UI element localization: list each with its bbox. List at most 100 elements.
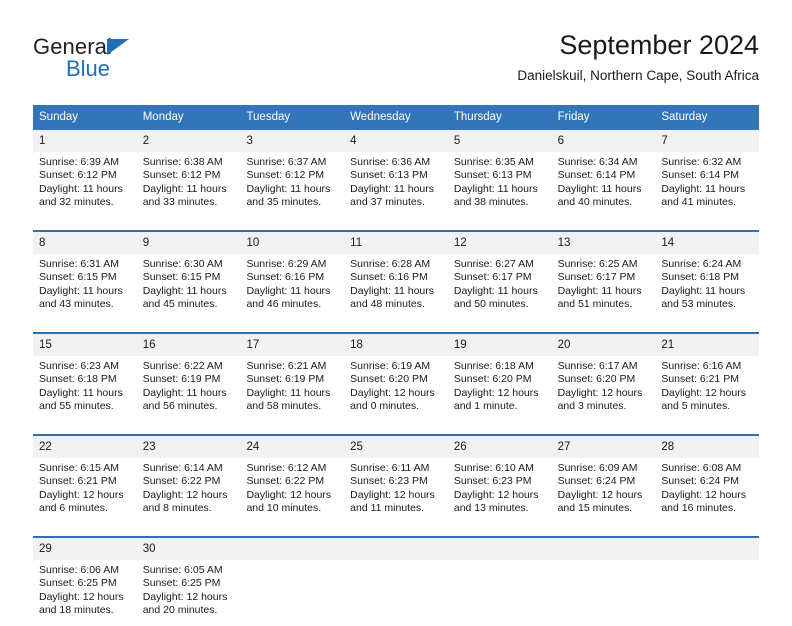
day-number: 7	[655, 130, 760, 152]
calendar-day-cell[interactable]: 9 Sunrise: 6:30 AM Sunset: 6:15 PM Daylight…	[136, 232, 241, 320]
calendar-day-cell[interactable]: 30 Sunrise: 6:05 AM Sunset: 6:25 PM Dayligh…	[136, 538, 241, 626]
sunrise-text: Sunrise: 6:17 AM	[557, 360, 638, 372]
calendar-day-cell[interactable]: 24 Sunrise: 6:12 AM Sunset: 6:22 PM Dayligh…	[240, 436, 345, 524]
day-details: Sunrise: 6:37 AM Sunset: 6:12 PM Daylight:…	[240, 152, 344, 218]
calendar-day-cell[interactable]: 18 Sunrise: 6:19 AM Sunset: 6:20 PM Dayligh…	[344, 334, 448, 422]
weekday-header-friday: Friday	[557, 111, 590, 123]
calendar-day-cell[interactable]: 17 Sunrise: 6:21 AM Sunset: 6:19 PM Dayligh…	[240, 334, 345, 422]
weekday-header-row: Sunday Monday Tuesday Wednesday Thursday…	[33, 105, 759, 130]
sunset-text: Sunset: 6:24 PM	[557, 475, 636, 488]
page-header: General Blue September 2024 Danielskuil,…	[33, 28, 759, 90]
calendar-day-cell[interactable]: 23 Sunrise: 6:14 AM Sunset: 6:22 PM Dayligh…	[136, 436, 241, 524]
sunrise-text: Sunrise: 6:12 AM	[246, 462, 327, 474]
daylight-text-line1: Daylight: 11 hours	[453, 284, 538, 297]
calendar-day-cell[interactable]: 8 Sunrise: 6:31 AM Sunset: 6:15 PM Daylight…	[33, 232, 137, 320]
day-number: 10	[240, 232, 345, 254]
sunrise-text: Sunrise: 6:08 AM	[661, 462, 742, 474]
day-number	[344, 538, 448, 560]
sunset-text: Sunset: 6:18 PM	[39, 373, 117, 386]
calendar-day-cell[interactable]: 12 Sunrise: 6:27 AM Sunset: 6:17 PM Dayligh…	[447, 232, 552, 320]
day-number: 22	[33, 436, 137, 458]
daylight-text-line1: Daylight: 11 hours	[350, 284, 435, 297]
calendar-day-cell[interactable]: 19 Sunrise: 6:18 AM Sunset: 6:20 PM Dayligh…	[447, 334, 552, 422]
daylight-text-line1: Daylight: 12 hours	[142, 590, 228, 603]
calendar-day-cell[interactable]: 7 Sunrise: 6:32 AM Sunset: 6:14 PM Daylight…	[655, 130, 760, 218]
brand-logo[interactable]: General Blue	[33, 34, 213, 86]
calendar-day-cell[interactable]: 21 Sunrise: 6:16 AM Sunset: 6:21 PM Dayligh…	[655, 334, 760, 422]
sunset-text: Sunset: 6:12 PM	[39, 169, 117, 182]
daylight-text-line1: Daylight: 11 hours	[142, 182, 227, 195]
sunset-text: Sunset: 6:14 PM	[557, 169, 636, 182]
calendar-day-cell[interactable]: 26 Sunrise: 6:10 AM Sunset: 6:23 PM Dayligh…	[447, 436, 552, 524]
sunrise-text: Sunrise: 6:31 AM	[39, 258, 119, 270]
daylight-text-line2: and 1 minute.	[453, 400, 518, 413]
sunset-text: Sunset: 6:19 PM	[246, 373, 325, 386]
calendar-day-cell[interactable]: 10 Sunrise: 6:29 AM Sunset: 6:16 PM Dayligh…	[240, 232, 345, 320]
sunrise-text: Sunrise: 6:36 AM	[350, 156, 431, 168]
sunrise-text: Sunrise: 6:35 AM	[453, 156, 534, 168]
calendar-day-cell[interactable]: 16 Sunrise: 6:22 AM Sunset: 6:19 PM Dayligh…	[136, 334, 241, 422]
day-details: Sunrise: 6:15 AM Sunset: 6:21 PM Daylight:…	[33, 458, 137, 524]
day-number: 21	[655, 334, 760, 356]
calendar-day-cell[interactable]: 13 Sunrise: 6:25 AM Sunset: 6:17 PM Dayligh…	[551, 232, 656, 320]
daylight-text-line2: and 8 minutes.	[142, 502, 212, 515]
day-details	[551, 560, 656, 626]
daylight-text-line1: Daylight: 11 hours	[142, 284, 227, 297]
sunset-text: Sunset: 6:25 PM	[39, 577, 117, 590]
sunrise-text: Sunrise: 6:28 AM	[350, 258, 431, 270]
calendar-day-cell[interactable]: 11 Sunrise: 6:28 AM Sunset: 6:16 PM Dayligh…	[344, 232, 448, 320]
calendar-day-cell[interactable]: 4 Sunrise: 6:36 AM Sunset: 6:13 PM Daylight…	[344, 130, 448, 218]
calendar-day-cell[interactable]: 27 Sunrise: 6:09 AM Sunset: 6:24 PM Dayligh…	[551, 436, 656, 524]
day-number: 25	[344, 436, 448, 458]
calendar-week-row: 15 Sunrise: 6:23 AM Sunset: 6:18 PM Dayligh…	[33, 332, 760, 422]
calendar-weeks: 1 Sunrise: 6:39 AM Sunset: 6:12 PM Daylight…	[33, 130, 760, 626]
day-number	[655, 538, 760, 560]
day-details: Sunrise: 6:24 AM Sunset: 6:18 PM Daylight:…	[655, 254, 759, 320]
calendar-day-cell[interactable]: 25 Sunrise: 6:11 AM Sunset: 6:23 PM Dayligh…	[344, 436, 448, 524]
day-number: 8	[33, 232, 137, 254]
calendar-day-cell[interactable]: 28 Sunrise: 6:08 AM Sunset: 6:24 PM Dayligh…	[655, 436, 760, 524]
day-number: 12	[447, 232, 552, 254]
sunset-text: Sunset: 6:15 PM	[142, 271, 221, 284]
sunset-text: Sunset: 6:12 PM	[142, 169, 221, 182]
calendar-day-cell[interactable]: 29 Sunrise: 6:06 AM Sunset: 6:25 PM Dayligh…	[33, 538, 137, 626]
calendar-day-cell[interactable]: 6 Sunrise: 6:34 AM Sunset: 6:14 PM Daylight…	[551, 130, 656, 218]
calendar-day-cell[interactable]: 20 Sunrise: 6:17 AM Sunset: 6:20 PM Dayligh…	[551, 334, 656, 422]
calendar-day-cell[interactable]: 22 Sunrise: 6:15 AM Sunset: 6:21 PM Dayligh…	[33, 436, 137, 524]
calendar-day-cell[interactable]: 15 Sunrise: 6:23 AM Sunset: 6:18 PM Dayligh…	[33, 334, 137, 422]
daylight-text-line2: and 33 minutes.	[142, 196, 218, 209]
sunset-text: Sunset: 6:23 PM	[350, 475, 428, 488]
day-number: 28	[655, 436, 760, 458]
day-details: Sunrise: 6:11 AM Sunset: 6:23 PM Daylight:…	[344, 458, 448, 524]
sunset-text: Sunset: 6:20 PM	[453, 373, 532, 386]
day-number: 16	[136, 334, 241, 356]
week-spacer	[33, 320, 759, 332]
daylight-text-line1: Daylight: 12 hours	[350, 488, 435, 501]
sunset-text: Sunset: 6:12 PM	[246, 169, 325, 182]
daylight-text-line2: and 38 minutes.	[453, 196, 529, 209]
sunrise-text: Sunrise: 6:27 AM	[453, 258, 534, 270]
sunset-text: Sunset: 6:13 PM	[350, 169, 428, 182]
day-details: Sunrise: 6:25 AM Sunset: 6:17 PM Daylight:…	[552, 254, 656, 320]
daylight-text-line1: Daylight: 11 hours	[661, 182, 746, 195]
calendar-day-cell[interactable]: 2 Sunrise: 6:38 AM Sunset: 6:12 PM Daylight…	[136, 130, 241, 218]
day-number: 18	[344, 334, 448, 356]
daylight-text-line1: Daylight: 12 hours	[453, 488, 539, 501]
daylight-text-line2: and 58 minutes.	[246, 400, 322, 413]
weekday-header-tuesday: Tuesday	[246, 111, 291, 123]
calendar-day-cell[interactable]: 14 Sunrise: 6:24 AM Sunset: 6:18 PM Dayligh…	[655, 232, 760, 320]
day-details: Sunrise: 6:36 AM Sunset: 6:13 PM Daylight:…	[344, 152, 448, 218]
day-number	[240, 538, 345, 560]
daylight-text-line2: and 32 minutes.	[39, 196, 114, 209]
day-details: Sunrise: 6:32 AM Sunset: 6:14 PM Daylight:…	[655, 152, 759, 218]
calendar-day-cell[interactable]: 5 Sunrise: 6:35 AM Sunset: 6:13 PM Daylight…	[447, 130, 552, 218]
sunrise-text: Sunrise: 6:22 AM	[142, 360, 223, 372]
day-number: 3	[240, 130, 345, 152]
page-title: September 2024	[559, 30, 759, 60]
calendar-day-cell[interactable]: 1 Sunrise: 6:39 AM Sunset: 6:12 PM Daylight…	[33, 130, 137, 218]
calendar-day-cell[interactable]: 3 Sunrise: 6:37 AM Sunset: 6:12 PM Daylight…	[240, 130, 345, 218]
week-spacer	[33, 218, 759, 230]
day-details	[655, 560, 760, 626]
day-details: Sunrise: 6:29 AM Sunset: 6:16 PM Daylight:…	[240, 254, 344, 320]
day-details: Sunrise: 6:27 AM Sunset: 6:17 PM Daylight:…	[448, 254, 552, 320]
